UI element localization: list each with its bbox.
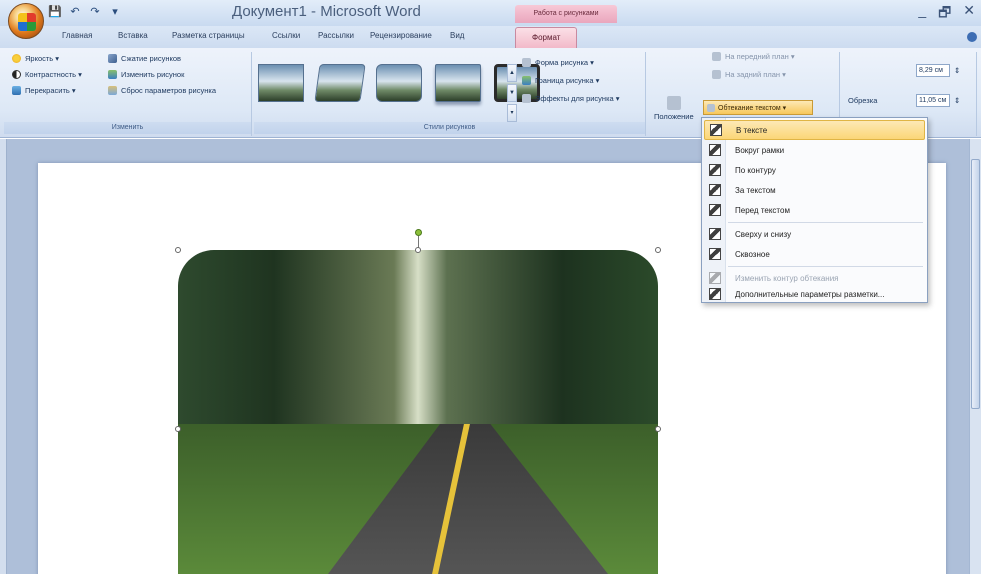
brightness-icon [12,54,21,63]
gallery-more-button[interactable]: ▾ [507,104,517,122]
picture-shape-icon [522,58,531,67]
resize-handle-right[interactable] [655,426,661,432]
edit-wrap-points-icon [709,272,721,284]
tab-format[interactable]: Формат [515,27,578,48]
wrap-front-icon [709,204,721,216]
context-tab-title: Работа с рисунками [515,5,617,23]
resize-handle-left[interactable] [175,426,181,432]
wrap-through-icon [709,248,721,260]
tab-view[interactable]: Вид [450,31,464,40]
gallery-scroll: ▲ ▼ ▾ [507,64,517,122]
group-label-adjust: Изменить [4,122,251,134]
quick-access-toolbar: 💾 ↶ ↷ ▾ [48,5,122,19]
window-title: Документ1 - Microsoft Word [232,3,421,20]
change-picture-button[interactable]: Изменить рисунок [108,70,184,79]
vertical-ruler [0,139,7,574]
tab-home[interactable]: Главная [62,31,92,40]
restore-button[interactable]: 🗗 [938,2,951,26]
wrap-inline-icon [710,124,722,136]
tab-insert[interactable]: Вставка [118,31,148,40]
contrast-icon [12,70,21,79]
menu-item-more-layout-options[interactable]: Дополнительные параметры разметки... [704,284,925,304]
ribbon-tabs: Главная Вставка Разметка страницы Ссылки… [0,26,981,48]
wrap-tight-icon [709,164,721,176]
picture-style-2[interactable] [314,64,366,102]
tab-page-layout[interactable]: Разметка страницы [172,31,245,40]
resize-handle-top-right[interactable] [655,247,661,253]
scrollbar-thumb[interactable] [971,159,980,409]
gallery-up-button[interactable]: ▲ [507,64,517,82]
tab-references[interactable]: Ссылки [272,31,300,40]
position-icon [666,96,681,110]
brightness-button[interactable]: Яркость ▾ [12,54,59,63]
text-wrap-icon [707,103,715,112]
menu-item-in-front-of-text[interactable]: Перед текстом [704,200,925,220]
menu-item-top-bottom[interactable]: Сверху и снизу [704,224,925,244]
group-adjust: Яркость ▾ Контрастность ▾ Перекрасить ▾ … [4,52,252,136]
menu-item-behind-text[interactable]: За текстом [704,180,925,200]
picture-effects-icon [522,94,531,103]
rotate-handle[interactable] [415,229,422,236]
layout-options-icon [709,288,721,300]
office-logo-icon [18,13,36,31]
group-label-styles: Стили рисунков [254,122,645,134]
recolor-icon [12,86,21,95]
resize-handle-top-left[interactable] [175,247,181,253]
recolor-button[interactable]: Перекрасить ▾ [12,86,76,95]
gallery-down-button[interactable]: ▼ [507,84,517,102]
menu-item-inline[interactable]: В тексте [704,120,925,140]
crop-button[interactable]: Обрезка [848,96,877,105]
picture-style-1[interactable] [258,64,304,102]
forest-road-picture[interactable] [178,250,658,574]
send-to-back-icon [712,70,721,79]
resize-handle-top[interactable] [415,247,421,253]
reset-picture-icon [108,86,117,95]
wrap-square-icon [709,144,721,156]
compress-icon [108,54,117,63]
title-bar: 💾 ↶ ↷ ▾ Документ1 - Microsoft Word Работ… [0,0,981,26]
bring-to-front-button[interactable]: На передний план ▾ [712,52,795,61]
change-picture-icon [108,70,117,79]
height-field[interactable]: 8,29 см ⇕ [916,64,960,77]
picture-border-icon [522,76,531,85]
wrap-top-bottom-icon [709,228,721,240]
menu-item-tight[interactable]: По контуру [704,160,925,180]
picture-shape-button[interactable]: Форма рисунка ▾ [522,58,594,67]
text-wrap-menu: В тексте Вокруг рамки По контуру За текс… [701,117,928,303]
reset-picture-button[interactable]: Сброс параметров рисунка [108,86,216,95]
redo-icon[interactable]: ↷ [88,5,102,19]
menu-item-square[interactable]: Вокруг рамки [704,140,925,160]
save-icon[interactable]: 💾 [48,5,62,19]
compress-pictures-button[interactable]: Сжатие рисунков [108,54,181,63]
picture-style-4[interactable] [435,64,481,102]
picture-style-3[interactable] [376,64,422,102]
undo-icon[interactable]: ↶ [68,5,82,19]
vertical-scrollbar[interactable] [969,139,981,574]
office-button[interactable] [8,3,44,39]
text-wrap-button[interactable]: Обтекание текстом ▾ [703,100,813,115]
wrap-behind-icon [709,184,721,196]
tab-mailings[interactable]: Рассылки [318,31,354,40]
menu-item-through[interactable]: Сквозное [704,244,925,264]
picture-effects-button[interactable]: Эффекты для рисунка ▾ [522,94,620,103]
send-to-back-button[interactable]: На задний план ▾ [712,70,786,79]
picture-styles-gallery [258,64,540,102]
picture-border-button[interactable]: Граница рисунка ▾ [522,76,599,85]
customize-qat-icon[interactable]: ▾ [108,5,122,19]
contrast-button[interactable]: Контрастность ▾ [12,70,82,79]
position-button[interactable]: Положение [654,96,694,121]
width-field[interactable]: 11,05 см ⇕ [916,94,960,107]
minimize-button[interactable]: _ [918,2,926,26]
close-button[interactable]: ✕ [963,2,975,26]
bring-to-front-icon [712,52,721,61]
help-icon[interactable] [967,32,977,42]
tab-review[interactable]: Рецензирование [370,31,432,40]
window-controls: _ 🗗 ✕ [918,2,975,26]
